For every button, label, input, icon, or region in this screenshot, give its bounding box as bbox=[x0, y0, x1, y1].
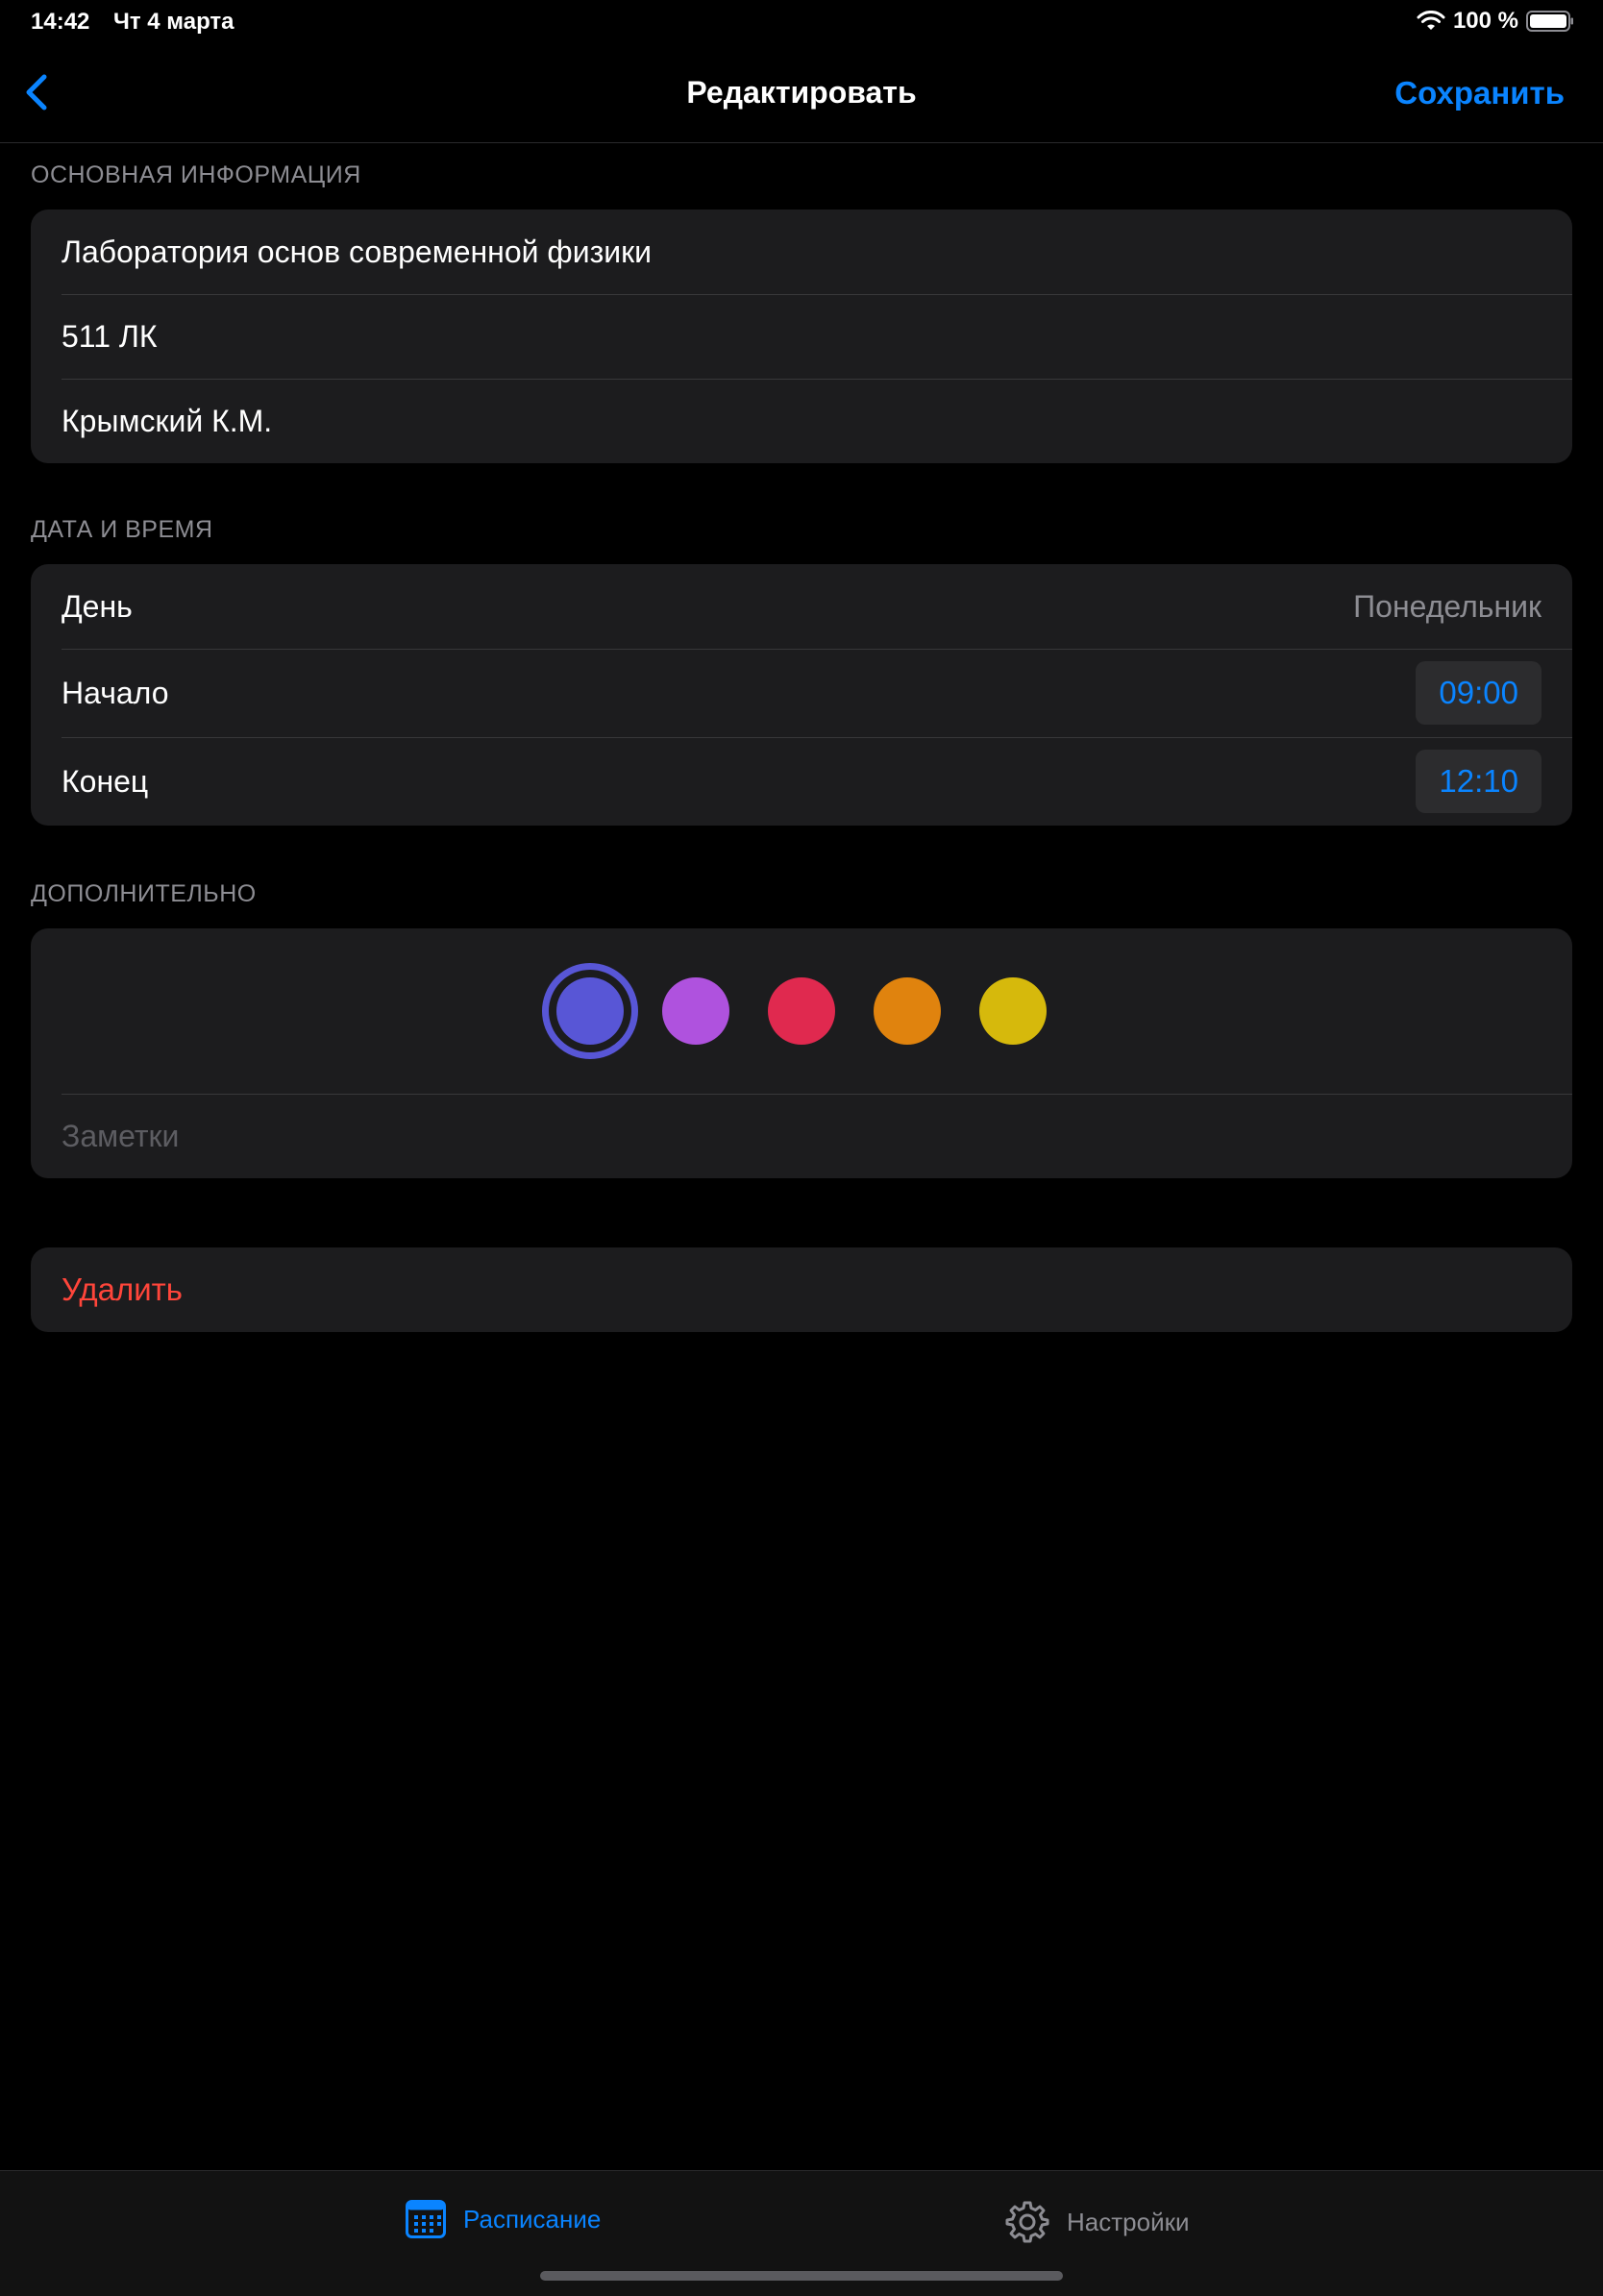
status-date: Чт 4 марта bbox=[113, 9, 234, 35]
tab-schedule[interactable]: Расписание bbox=[406, 2200, 601, 2238]
tab-settings[interactable]: Настройки bbox=[1005, 2200, 1190, 2244]
color-picker bbox=[31, 928, 1572, 1094]
save-button[interactable]: Сохранить bbox=[1394, 75, 1565, 111]
battery-percentage: 100 % bbox=[1452, 8, 1518, 34]
battery-full-icon bbox=[1526, 11, 1573, 32]
home-indicator bbox=[540, 2271, 1063, 2281]
section-header-date-time: ДАТА И ВРЕМЯ bbox=[31, 516, 213, 543]
day-value: Понедельник bbox=[1353, 588, 1541, 624]
teacher-value: Крымский К.М. bbox=[62, 403, 273, 438]
end-time-picker[interactable]: 12:10 bbox=[1416, 750, 1541, 813]
delete-button[interactable]: Удалить bbox=[31, 1247, 1572, 1332]
page-title: Редактировать bbox=[686, 75, 917, 110]
delete-label: Удалить bbox=[62, 1271, 183, 1307]
date-time-group: День Понедельник Начало 09:00 Конец 12:1… bbox=[31, 564, 1572, 826]
notes-field[interactable]: Заметки bbox=[31, 1094, 1572, 1178]
delete-group: Удалить bbox=[31, 1247, 1572, 1332]
color-swatch-purple[interactable] bbox=[662, 977, 729, 1045]
room-value: 511 ЛК bbox=[62, 318, 158, 354]
color-swatch-orange[interactable] bbox=[874, 977, 941, 1045]
section-header-basic-info: ОСНОВНАЯ ИНФОРМАЦИЯ bbox=[31, 161, 361, 188]
notes-placeholder: Заметки bbox=[62, 1118, 180, 1153]
end-time-label: Конец bbox=[62, 763, 149, 799]
room-field[interactable]: 511 ЛК bbox=[31, 294, 1572, 379]
end-time-row: Конец 12:10 bbox=[31, 737, 1572, 826]
subject-value: Лаборатория основ современной физики bbox=[62, 234, 653, 269]
status-indicators: 100 % bbox=[1417, 8, 1574, 35]
extra-group: Заметки bbox=[31, 928, 1572, 1178]
color-swatch-red[interactable] bbox=[768, 977, 835, 1045]
start-time-label: Начало bbox=[62, 675, 169, 710]
section-header-extra: ДОПОЛНИТЕЛЬНО bbox=[31, 880, 257, 907]
start-time-picker[interactable]: 09:00 bbox=[1416, 661, 1541, 725]
navigation-bar: Редактировать Сохранить bbox=[0, 46, 1603, 143]
wifi-icon bbox=[1417, 11, 1445, 30]
start-time-row: Начало 09:00 bbox=[31, 649, 1572, 737]
tab-schedule-label: Расписание bbox=[463, 2204, 602, 2234]
status-time: 14:42 bbox=[31, 9, 90, 35]
status-bar: 14:42 Чт 4 марта 100 % bbox=[0, 0, 1603, 46]
calendar-icon bbox=[406, 2200, 446, 2238]
gear-icon bbox=[1005, 2201, 1049, 2243]
day-label: День bbox=[62, 588, 133, 624]
color-swatch-yellow[interactable] bbox=[979, 977, 1047, 1045]
tab-settings-label: Настройки bbox=[1067, 2207, 1190, 2236]
teacher-field[interactable]: Крымский К.М. bbox=[31, 379, 1572, 463]
color-swatch-indigo[interactable] bbox=[542, 963, 638, 1059]
subject-field[interactable]: Лаборатория основ современной физики bbox=[31, 210, 1572, 294]
day-row[interactable]: День Понедельник bbox=[31, 564, 1572, 649]
basic-info-group: Лаборатория основ современной физики 511… bbox=[31, 210, 1572, 463]
